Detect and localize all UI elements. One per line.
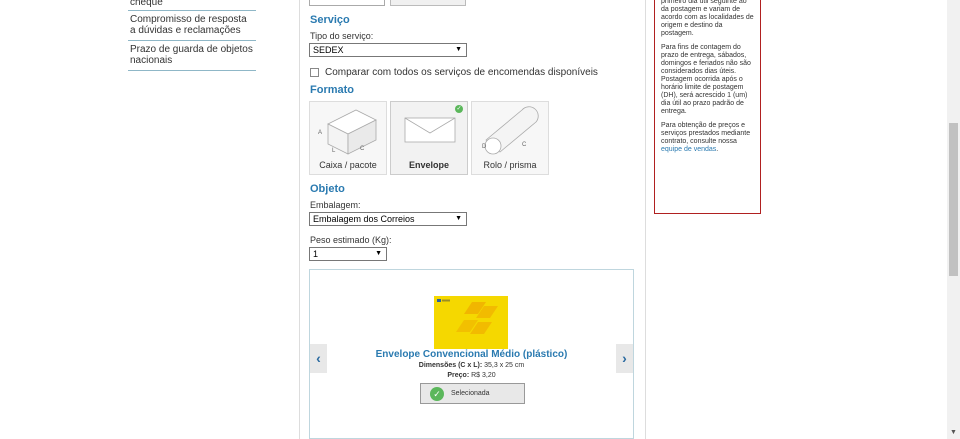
servico-title: Serviço: [310, 14, 350, 26]
svg-text:D: D: [482, 144, 487, 150]
compare-checkbox[interactable]: [310, 68, 319, 77]
cylinder-icon: D C: [482, 106, 539, 155]
svg-text:C: C: [360, 146, 365, 152]
format-card-caixa[interactable]: A L C Caixa / pacote: [309, 101, 387, 175]
format-envelope-label: Envelope: [408, 160, 449, 170]
peso-select[interactable]: 1 ▼: [309, 247, 387, 261]
embalagem-label: Embalagem:: [310, 200, 361, 210]
tipo-servico-select[interactable]: SEDEX ▼: [309, 43, 467, 57]
price-value: R$ 3,20: [471, 372, 496, 379]
dimensions-value: 35,3 x 25 cm: [484, 362, 525, 369]
delivery-info-box: primeiro dia útil seguinte ao da postage…: [654, 0, 761, 214]
svg-text:C: C: [522, 142, 527, 148]
product-dimensions: Dimensões (C x L): 35,3 x 25 cm: [310, 362, 633, 369]
embalagem-value: Embalagem dos Correios: [313, 214, 415, 224]
embalagem-select[interactable]: Embalagem dos Correios ▼: [309, 212, 467, 226]
check-circle-icon: ✓: [430, 386, 444, 401]
caret-down-icon: ▼: [455, 46, 462, 53]
scrollbar-thumb[interactable]: [949, 123, 958, 276]
svg-text:L: L: [332, 148, 336, 154]
price-label: Preço:: [447, 372, 470, 379]
sales-team-link[interactable]: equipe de vendas: [661, 146, 716, 153]
tipo-servico-label: Tipo do serviço:: [310, 31, 374, 41]
selected-check-icon: ✓: [455, 105, 463, 113]
content-divider-left: [299, 0, 300, 439]
caret-down-icon: ▼: [375, 250, 382, 257]
box-icon: A L C: [318, 109, 377, 155]
sidebar-item-prazo-guarda[interactable]: Prazo de guarda de objetos nacionais: [128, 41, 256, 71]
chevron-right-icon: ›: [622, 350, 627, 366]
sidebar-item-compromisso[interactable]: Compromisso de resposta a dúvidas e recl…: [128, 11, 256, 41]
info-paragraph-1: primeiro dia útil seguinte ao da postage…: [661, 0, 754, 37]
info-p3-text: Para obtenção de preços e serviços prest…: [661, 122, 751, 145]
compare-services[interactable]: Comparar com todos os serviços de encome…: [310, 67, 598, 78]
peso-value: 1: [313, 249, 319, 259]
carousel-prev-button[interactable]: ‹: [310, 344, 327, 373]
sidebar: cheque Compromisso de resposta a dúvidas…: [128, 0, 256, 71]
page-scrollbar[interactable]: ▼: [947, 0, 960, 439]
scroll-down-arrow-icon[interactable]: ▼: [950, 429, 957, 436]
product-name: Envelope Convencional Médio (plástico): [375, 349, 568, 360]
caret-down-icon: ▼: [455, 215, 462, 222]
selected-button[interactable]: ✓ Selecionada: [420, 383, 525, 404]
info-p3-end: .: [716, 146, 719, 153]
packaging-carousel: Envelope Convencional Médio (plástico) D…: [309, 269, 634, 439]
selected-button-label: Selecionada: [451, 390, 490, 397]
correios-logo-graphic: [437, 299, 498, 334]
carousel-next-button[interactable]: ›: [616, 344, 633, 373]
envelope-product-image: [434, 296, 508, 349]
info-paragraph-3: Para obtenção de preços e serviços prest…: [661, 122, 754, 154]
content-divider-right: [645, 0, 646, 439]
peso-label: Peso estimado (Kg):: [310, 235, 392, 245]
formato-title: Formato: [310, 84, 354, 96]
product-price: Preço: R$ 3,20: [310, 372, 633, 379]
sidebar-item-cheque[interactable]: cheque: [128, 0, 256, 11]
svg-text:A: A: [318, 130, 322, 136]
cep-input[interactable]: [309, 0, 385, 6]
dimensions-label: Dimensões (C x L):: [418, 362, 483, 369]
format-caixa-label: Caixa / pacote: [319, 160, 377, 170]
format-card-envelope[interactable]: ✓ Envelope: [390, 101, 468, 175]
cep-lookup-button[interactable]: [390, 0, 466, 6]
chevron-left-icon: ‹: [316, 350, 321, 366]
format-card-rolo[interactable]: D C Rolo / prisma: [471, 101, 549, 175]
info-paragraph-2: Para fins de contagem do prazo de entreg…: [661, 44, 751, 115]
compare-label: Comparar com todos os serviços de encome…: [325, 67, 598, 78]
tipo-servico-value: SEDEX: [313, 45, 344, 55]
format-rolo-label: Rolo / prisma: [483, 160, 537, 170]
objeto-title: Objeto: [310, 183, 345, 195]
